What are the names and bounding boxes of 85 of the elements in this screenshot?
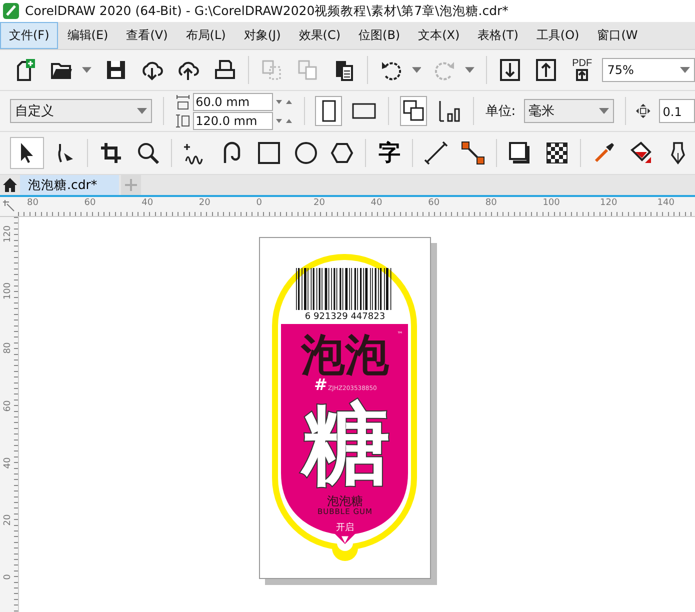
big-title-char: 糖 [302, 392, 390, 495]
ruler-label: 140 [657, 198, 674, 208]
menu-item[interactable]: 表格(T) [468, 22, 528, 49]
ellipse-icon [294, 141, 318, 165]
ruler-label: 120 [600, 198, 618, 208]
ruler-label: 80 [27, 198, 38, 208]
bars-icon [438, 100, 460, 122]
export-icon [576, 69, 588, 81]
open-label: 开启 [336, 523, 354, 533]
landscape-icon [352, 103, 376, 119]
ruler-label: 60 [428, 198, 440, 208]
ruler-label: 40 [142, 198, 154, 208]
ruler-origin-icon[interactable] [2, 199, 16, 213]
barcode-number: 6 921329 447823 [304, 312, 386, 322]
transparency-icon [545, 141, 570, 165]
crop-icon [98, 141, 123, 165]
menu-item[interactable]: 窗口(W [588, 22, 647, 49]
menu-item[interactable]: 布局(L) [176, 22, 235, 49]
cut-icon [260, 58, 284, 82]
ruler-label: 40 [370, 198, 382, 208]
units-dropdown[interactable]: 毫米 [524, 99, 614, 123]
ruler-label: 0 [256, 198, 262, 208]
ruler-label: 80 [485, 198, 497, 208]
ruler-label: 20 [314, 198, 325, 208]
import-icon [498, 58, 522, 82]
window-title: CorelDRAW 2020 (64-Bit) - G:\CorelDRAW2020视频教程\素材\第7章\泡泡糖.cdr* [25, 2, 508, 20]
caret-icon [680, 67, 690, 73]
home-icon[interactable] [2, 177, 18, 193]
ruler-label: 100 [542, 198, 560, 208]
ruler-label: 20 [198, 198, 210, 208]
rect-icon [256, 141, 281, 165]
ruler-label: 40 [3, 456, 13, 471]
spinner-icon [274, 98, 293, 104]
caret-icon [136, 108, 147, 114]
zoom-icon [136, 141, 160, 165]
height-field[interactable]: 120.0 mm [192, 112, 273, 130]
ruler-label: 120 [3, 224, 13, 244]
connector-icon [461, 141, 486, 165]
eyedropper-icon [592, 141, 616, 165]
fill-icon [629, 141, 654, 165]
open-arrow: ▼ [342, 535, 348, 545]
ruler-label: 80 [3, 342, 13, 356]
width-field[interactable]: 60.0 mm [192, 92, 273, 110]
product-name: 泡泡糖 [327, 494, 363, 508]
print-icon [212, 58, 237, 82]
caret-icon [465, 67, 475, 73]
polygon-icon [330, 141, 354, 165]
nudge-icon [636, 103, 651, 119]
menu-item[interactable]: 查看(V) [117, 22, 177, 49]
portrait-icon [322, 100, 336, 122]
pages-icon [402, 100, 425, 122]
ruler-label: 20 [3, 513, 13, 528]
menu-item[interactable]: 文件(F) [0, 22, 58, 49]
menu-item[interactable]: 对象(J) [234, 22, 290, 49]
ruler-label: 60 [84, 198, 96, 208]
app-logo-icon [3, 3, 19, 19]
pdf-label: PDF [572, 59, 592, 69]
units-label: 单位: [485, 103, 516, 120]
text-tool[interactable]: 字 [372, 137, 406, 169]
pick-tool[interactable] [10, 137, 44, 169]
menu-item[interactable]: 文本(X) [409, 22, 469, 49]
menu-item[interactable]: 位图(B) [350, 22, 410, 49]
caret-icon [412, 67, 421, 73]
zoom-dropdown[interactable]: 75% [602, 58, 695, 82]
dimension-icon [424, 141, 448, 165]
caret-icon [598, 108, 609, 114]
menu-item[interactable]: 工具(O) [527, 22, 588, 49]
document-tab[interactable]: 泡泡糖.cdr* [20, 175, 120, 195]
all-pages-button[interactable] [400, 96, 428, 126]
portrait-button[interactable] [315, 96, 342, 126]
hash-mark: # [314, 375, 328, 394]
ruler-label: 100 [3, 282, 13, 302]
ruler-label: 0 [3, 573, 13, 582]
pdf-button[interactable]: PDF [566, 54, 598, 86]
caret-icon [82, 67, 92, 73]
menu-item[interactable]: 效果(C) [290, 22, 350, 49]
export-icon [534, 58, 558, 82]
height-icon [174, 112, 191, 128]
page-size-dropdown[interactable]: 自定义 [10, 99, 152, 123]
shadow-icon [508, 141, 532, 165]
menu-item[interactable]: 编辑(E) [58, 22, 118, 49]
ruler-label: 60 [3, 398, 13, 414]
width-icon [174, 94, 191, 110]
spinner-icon [274, 118, 293, 124]
nudge-field[interactable]: 0.1 [658, 99, 695, 123]
